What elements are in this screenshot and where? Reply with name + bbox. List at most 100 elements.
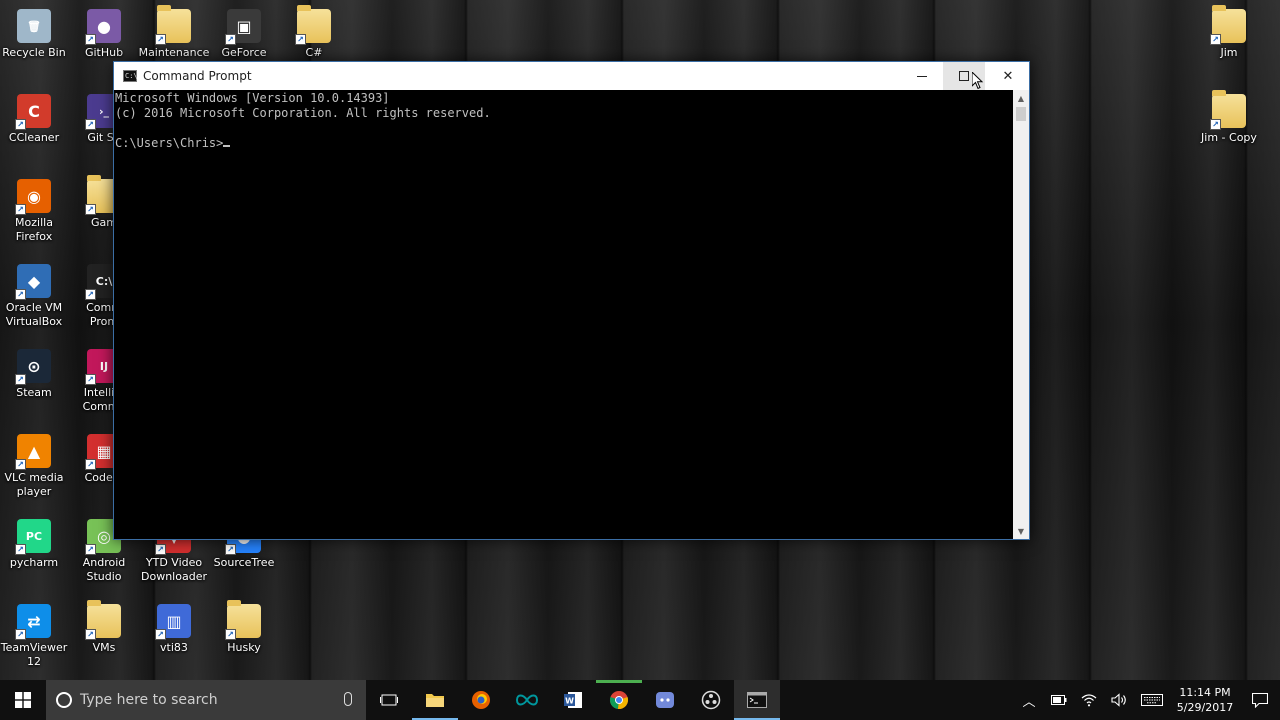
shortcut-arrow-icon: ↗	[15, 374, 26, 385]
title-bar[interactable]: C:\ Command Prompt ✕	[114, 62, 1029, 90]
desktop-icon-label: C#	[305, 46, 323, 59]
console-line: ​	[115, 121, 1012, 136]
folder-icon: ↗	[225, 600, 261, 640]
desktop-icon-label: Mozilla Firefox	[15, 216, 53, 243]
taskbar-app-word[interactable]: W	[550, 680, 596, 720]
console-prompt: C:\Users\Chris>	[115, 136, 224, 150]
taskbar-app-command-prompt[interactable]	[734, 680, 780, 720]
minimize-button[interactable]	[901, 62, 943, 90]
taskbar-app-file-explorer[interactable]	[412, 680, 458, 720]
volume-icon[interactable]	[1104, 680, 1134, 720]
obs-icon	[701, 690, 721, 710]
desktop-icon-label: pycharm	[9, 556, 59, 569]
desktop-icon-label: Oracle VM VirtualBox	[5, 301, 63, 328]
command-prompt-icon	[747, 692, 767, 708]
ccleaner-icon: C ↗	[15, 94, 51, 130]
desktop-icon-label: SourceTree	[213, 556, 275, 569]
teamviewer-icon: ⇄ ↗	[15, 604, 51, 640]
desktop-icon[interactable]: 🗑 Recycle Bin	[0, 3, 70, 83]
desktop-icon[interactable]: C ↗ CCleaner	[0, 88, 70, 168]
desktop-icon-label: GeForce	[221, 46, 267, 59]
desktop-icon-label: Android Studio	[82, 556, 126, 583]
desktop-icon-label: Jim	[1220, 46, 1238, 59]
desktop-icon[interactable]: ↗ Jim - Copy	[1193, 88, 1265, 168]
desktop-icon-label: CCleaner	[8, 131, 60, 144]
desktop-icon[interactable]: ▲ ↗ VLC media player	[0, 428, 70, 508]
taskbar-app-chrome[interactable]	[596, 680, 642, 720]
shortcut-arrow-icon: ↗	[155, 34, 166, 45]
clock[interactable]: 11:14 PM 5/29/2017	[1170, 685, 1240, 715]
desktop-icon[interactable]: ◉ ↗ Mozilla Firefox	[0, 173, 70, 253]
shortcut-arrow-icon: ↗	[15, 204, 26, 215]
folder-icon: ↗	[85, 600, 121, 640]
close-icon: ✕	[1002, 68, 1014, 84]
start-button[interactable]	[0, 680, 46, 720]
desktop-icon[interactable]: PC ↗ pycharm	[0, 513, 70, 593]
folder-icon: ↗	[1210, 90, 1246, 130]
scroll-down-icon[interactable]: ▼	[1013, 523, 1029, 539]
folder-icon: ↗	[295, 5, 331, 45]
notification-icon	[1252, 692, 1268, 708]
shortcut-arrow-icon: ↗	[1210, 34, 1221, 45]
shortcut-arrow-icon: ↗	[85, 544, 96, 555]
desktop-icon[interactable]: ▥ ↗ vti83	[138, 598, 210, 678]
firefox-icon	[471, 690, 491, 710]
vertical-scrollbar[interactable]: ▲ ▼	[1013, 90, 1029, 539]
word-icon: W	[563, 691, 583, 709]
shortcut-arrow-icon: ↗	[85, 629, 96, 640]
keyboard-icon[interactable]	[1134, 680, 1170, 720]
taskbar-apps: W	[366, 680, 780, 720]
close-button[interactable]: ✕	[987, 62, 1029, 90]
discord-icon	[655, 691, 675, 709]
taskbar-app-arduino[interactable]	[504, 680, 550, 720]
geforce-icon: ▣ ↗	[225, 9, 261, 45]
desktop-icon[interactable]: ⇄ ↗ TeamViewer 12	[0, 598, 70, 678]
vti83-icon: ▥ ↗	[155, 604, 191, 640]
desktop-icon-label: Steam	[16, 386, 52, 399]
desktop-icon[interactable]: ⊙ ↗ Steam	[0, 343, 70, 423]
vlc-icon: ▲ ↗	[15, 434, 51, 470]
desktop-icon[interactable]: ↗ Jim	[1193, 3, 1265, 83]
battery-icon[interactable]	[1044, 680, 1074, 720]
recycle-bin-icon: 🗑	[17, 9, 51, 43]
clock-date: 5/29/2017	[1176, 701, 1234, 714]
shortcut-arrow-icon: ↗	[155, 629, 166, 640]
console-output[interactable]: Microsoft Windows [Version 10.0.14393] (c…	[114, 90, 1013, 539]
window-title: Command Prompt	[143, 69, 252, 83]
shortcut-arrow-icon: ↗	[15, 629, 26, 640]
minimize-icon	[917, 75, 927, 77]
task-view-icon	[380, 692, 398, 708]
shortcut-arrow-icon: ↗	[85, 34, 96, 45]
action-center-button[interactable]	[1240, 680, 1280, 720]
taskbar-app-obs[interactable]	[688, 680, 734, 720]
shortcut-arrow-icon: ↗	[85, 289, 96, 300]
cortana-icon	[56, 692, 72, 708]
windows-logo-icon	[15, 692, 31, 708]
shortcut-arrow-icon: ↗	[85, 459, 96, 470]
console-line: Microsoft Windows [Version 10.0.14393]	[115, 91, 390, 105]
desktop-icon[interactable]: ↗ Husky	[208, 598, 280, 678]
taskbar-app-task-view[interactable]	[366, 680, 412, 720]
search-input[interactable]: Type here to search	[46, 680, 366, 720]
desktop-icon-label: VMs	[92, 641, 116, 654]
shortcut-arrow-icon: ↗	[295, 34, 306, 45]
desktop-icon[interactable]: ↗ VMs	[68, 598, 140, 678]
taskbar: Type here to search W ︿ 11:14 PM 5/29/20…	[0, 680, 1280, 720]
microphone-icon[interactable]	[344, 692, 352, 706]
scroll-up-icon[interactable]: ▲	[1013, 90, 1029, 106]
shortcut-arrow-icon: ↗	[155, 544, 166, 555]
firefox-icon: ◉ ↗	[15, 179, 51, 215]
taskbar-app-firefox[interactable]	[458, 680, 504, 720]
command-prompt-icon: C:\	[123, 70, 138, 82]
text-cursor	[223, 145, 231, 147]
shortcut-arrow-icon: ↗	[225, 629, 236, 640]
command-prompt-window[interactable]: C:\ Command Prompt ✕ Microsoft Windows […	[113, 61, 1030, 540]
shortcut-arrow-icon: ↗	[15, 459, 26, 470]
desktop-icon[interactable]: ◆ ↗ Oracle VM VirtualBox	[0, 258, 70, 338]
console-prompt-line: C:\Users\Chris>	[115, 136, 1012, 151]
wifi-icon[interactable]	[1074, 680, 1104, 720]
desktop-icon-label: VLC media player	[4, 471, 64, 498]
taskbar-app-discord[interactable]	[642, 680, 688, 720]
chevron-up-icon[interactable]: ︿	[1014, 680, 1044, 720]
scroll-thumb[interactable]	[1016, 107, 1026, 121]
